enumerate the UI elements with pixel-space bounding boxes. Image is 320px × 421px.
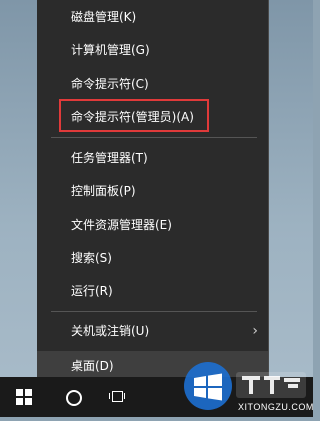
menu-separator [51,137,257,138]
menu-separator [51,311,257,312]
windows-logo-icon[interactable] [16,389,32,405]
task-view-icon[interactable] [109,389,125,403]
chevron-right-icon: › [252,323,258,339]
menu-item-control-panel[interactable]: 控制面板(P) [37,177,268,205]
menu-item-label: 任务管理器(T) [71,151,148,165]
cortana-circle-icon[interactable] [66,390,82,406]
menu-item-task-manager[interactable]: 任务管理器(T) [37,144,268,172]
menu-item-label: 搜索(S) [71,251,112,265]
menu-item-search[interactable]: 搜索(S) [37,244,268,272]
menu-item-label: 控制面板(P) [71,184,136,198]
menu-item-label: 磁盘管理(K) [71,10,137,24]
menu-item-shutdown-signout[interactable]: 关机或注销(U) › [37,317,268,345]
menu-item-label: 文件资源管理器(E) [71,218,172,232]
winx-context-menu: 磁盘管理(K) 计算机管理(G) 命令提示符(C) 命令提示符(管理员)(A) … [37,0,269,386]
menu-item-label: 计算机管理(G) [71,43,150,57]
menu-item-run[interactable]: 运行(R) [37,277,268,305]
menu-item-label: 命令提示符(C) [71,77,149,91]
menu-item-computer-management[interactable]: 计算机管理(G) [37,36,268,64]
highlight-annotation [59,99,209,132]
menu-item-label: 关机或注销(U) [71,324,150,338]
menu-item-command-prompt[interactable]: 命令提示符(C) [37,70,268,98]
watermark-text: XITONGZU.COM [238,402,314,412]
menu-item-label: 运行(R) [71,284,113,298]
menu-item-file-explorer[interactable]: 文件资源管理器(E) [37,211,268,239]
site-watermark: XITONGZU.COM [170,356,313,417]
menu-item-label: 桌面(D) [71,359,114,373]
menu-item-disk-management[interactable]: 磁盘管理(K) [37,3,268,31]
